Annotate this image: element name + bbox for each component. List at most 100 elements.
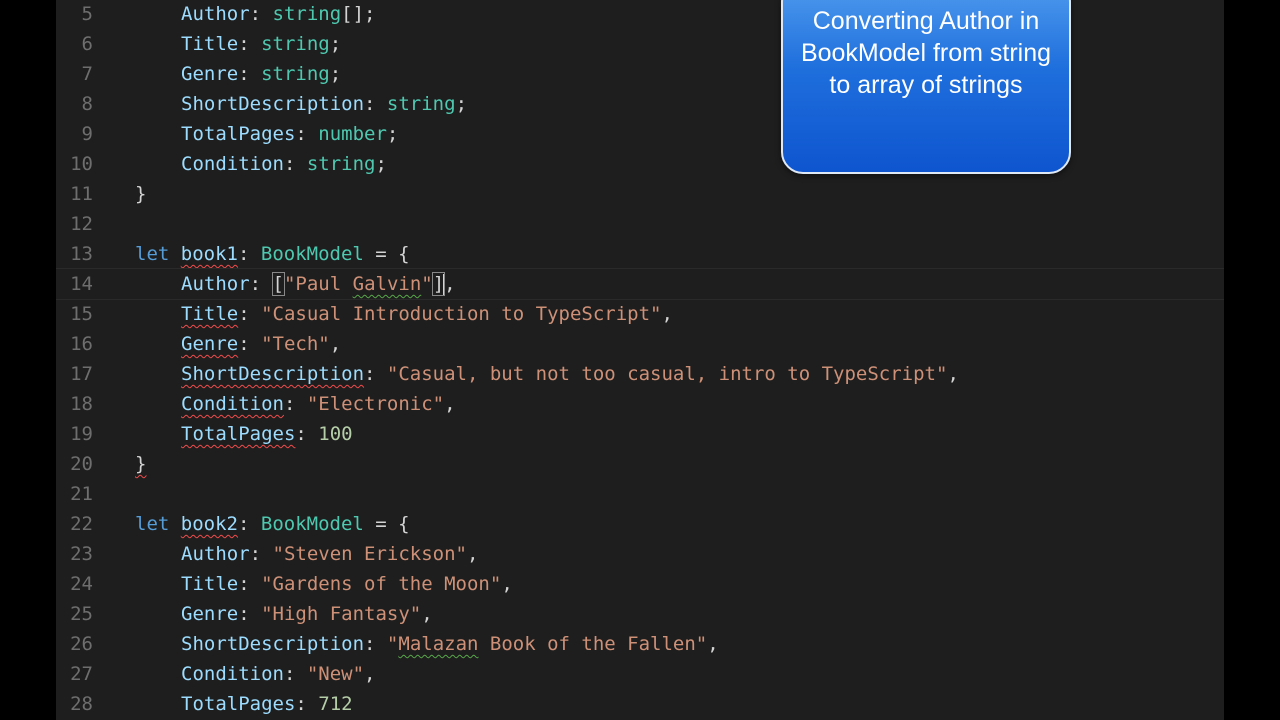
code-token: TotalPages [181,693,296,715]
code-token: number [318,123,387,145]
code-token: : [364,633,387,655]
code-line[interactable]: 28 TotalPages: 712 [56,689,1224,719]
code-token: " [386,633,399,655]
code-token: string [386,93,456,115]
code-line[interactable]: 18 Condition: "Electronic", [56,389,1224,419]
code-token: : [295,423,319,445]
code-token: : [283,153,307,175]
code-content: TotalPages: 100 [181,419,353,449]
code-token: "Electronic" [306,393,445,415]
code-token: } [135,183,147,205]
code-token: 100 [318,423,353,445]
code-token: , [947,363,959,385]
code-token: : [238,603,262,625]
line-number: 15 [70,303,93,325]
code-token: : [295,123,319,145]
code-token: " [421,273,433,295]
line-number: 5 [81,3,93,25]
code-content: let book2: BookModel = { [135,509,410,539]
code-token: Malazan [398,633,479,655]
code-content: TotalPages: 712 [181,689,353,719]
code-content: Author: ["Paul Galvin"], [181,269,456,299]
line-number: 24 [70,573,93,595]
code-content: } [135,449,146,479]
code-token: = { [363,243,410,265]
annotation-callout: Converting Author in BookModel from stri… [781,0,1071,174]
code-token: Author [181,3,250,25]
code-content: Condition: "Electronic", [181,389,456,419]
code-line[interactable]: 22 let book2: BookModel = { [56,509,1224,539]
code-token: string [306,153,376,175]
code-content: let book1: BookModel = { [135,239,410,269]
code-token: "Steven Erickson" [272,543,467,565]
line-number: 12 [70,213,93,235]
code-token: let [135,243,170,265]
code-token: Title [181,573,239,595]
code-content: Condition: "New", [181,659,376,689]
line-number: 19 [70,423,93,445]
code-content: ShortDescription: string; [181,89,467,119]
code-line[interactable]: 13 let book1: BookModel = { [56,239,1224,269]
code-line[interactable]: 16 Genre: "Tech", [56,329,1224,359]
code-token: "High Fantasy" [261,603,422,625]
code-token: , [329,333,342,355]
code-token: TotalPages [181,423,296,445]
code-token: , [467,543,479,565]
code-token: Title [181,303,239,325]
code-token: book1 [180,243,238,265]
code-token: : [283,663,307,685]
code-token: } [135,453,147,475]
line-number: 10 [70,153,93,175]
code-token: Genre [181,63,239,85]
line-number: 6 [81,33,93,55]
code-token: Book of the Fallen" [478,633,708,655]
code-token: : [283,393,307,415]
line-number: 28 [70,693,93,715]
code-token: [ [271,272,286,296]
code-line[interactable]: 23 Author: "Steven Erickson", [56,539,1224,569]
line-number: 23 [70,543,93,565]
code-content: ShortDescription: "Malazan Book of the F… [181,629,719,659]
code-line[interactable]: 26 ShortDescription: "Malazan Book of the… [56,629,1224,659]
code-token: : [238,33,262,55]
code-token: : [364,93,387,115]
code-token: , [444,393,456,415]
callout-text: Converting Author in BookModel from stri… [800,7,1052,99]
code-content: TotalPages: number; [181,119,398,149]
code-token: book2 [180,513,238,535]
code-token: ShortDescription [181,633,365,655]
code-token: ShortDescription [181,93,365,115]
line-number: 22 [70,513,93,535]
code-line[interactable]: 20} [56,449,1224,479]
code-token: ; [329,33,342,55]
line-number: 8 [81,93,93,115]
code-line[interactable]: 21 [56,479,1224,509]
code-token: string [261,33,330,55]
code-line[interactable]: 14 Author: ["Paul Galvin"], [56,268,1224,300]
code-line[interactable]: 15 Title: "Casual Introduction to TypeScr… [56,299,1224,329]
code-token: ; [375,153,387,175]
line-number: 21 [70,483,93,505]
code-line[interactable]: 12 [56,209,1224,239]
code-line[interactable]: 17 ShortDescription: "Casual, but not too… [56,359,1224,389]
code-content: Author: string[]; [181,0,376,29]
video-frame: 5 Author: string[]; 6 Title: string; 7 Genre:… [0,0,1280,720]
code-token: Condition [181,393,284,415]
code-line[interactable]: 24 Title: "Gardens of the Moon", [56,569,1224,599]
code-line[interactable]: 27 Condition: "New", [56,659,1224,689]
code-line[interactable]: 19 TotalPages: 100 [56,419,1224,449]
code-token: : [238,63,262,85]
code-line[interactable]: 25 Genre: "High Fantasy", [56,599,1224,629]
code-line[interactable]: 11} [56,179,1224,209]
line-number: 17 [70,363,93,385]
code-content: Genre: string; [181,59,341,89]
code-token: "Tech" [261,333,330,355]
code-token: Galvin [352,273,422,295]
code-content: Title: string; [181,29,341,59]
code-token: "New" [306,663,365,685]
code-token: "Paul [283,273,353,295]
code-token: , [444,273,456,295]
code-token: : [249,3,273,25]
code-token: "Casual, but not too casual, intro to Ty… [386,363,948,385]
line-number: 16 [70,333,93,355]
